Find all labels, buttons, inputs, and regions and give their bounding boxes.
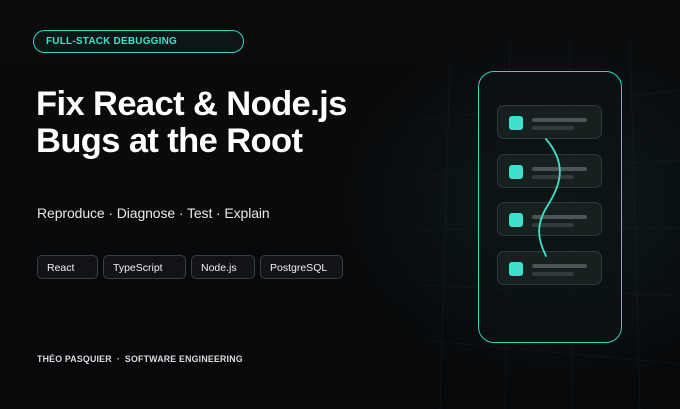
- card-text-line: [532, 175, 574, 179]
- tech-chip-nodejs: Node.js: [191, 255, 255, 279]
- tech-chip-typescript: TypeScript: [103, 255, 186, 279]
- headline-line-2: Bugs at the Root: [36, 122, 303, 160]
- card-text-line: [532, 167, 587, 171]
- card-text-line: [532, 215, 587, 219]
- tech-chip-react: React: [37, 255, 98, 279]
- tagline: Reproduce · Diagnose · Test · Explain: [37, 205, 270, 221]
- card-status-dot: [509, 213, 523, 227]
- banner-canvas: FULL-STACK DEBUGGING Fix React & Node.js…: [0, 0, 680, 409]
- card-status-dot: [509, 262, 523, 276]
- list-card: [497, 251, 602, 285]
- tech-chip-postgresql: PostgreSQL: [260, 255, 343, 279]
- card-text-line: [532, 223, 574, 227]
- tech-chip-label: PostgreSQL: [270, 262, 328, 274]
- tech-chip-label: TypeScript: [113, 262, 163, 274]
- list-card: [497, 154, 602, 188]
- card-text-line: [532, 272, 574, 276]
- headline: Fix React & Node.js Bugs at the Root: [36, 86, 416, 160]
- category-badge: FULL-STACK DEBUGGING: [33, 30, 244, 53]
- author-role: SOFTWARE ENGINEERING: [124, 354, 243, 364]
- card-text-line: [532, 264, 587, 268]
- headline-line-1: Fix React & Node.js: [36, 85, 347, 123]
- list-card: [497, 202, 602, 236]
- list-card: [497, 105, 602, 139]
- card-status-dot: [509, 116, 523, 130]
- card-text-line: [532, 126, 574, 130]
- card-text-line: [532, 118, 587, 122]
- byline-separator: ·: [116, 354, 120, 364]
- card-status-dot: [509, 165, 523, 179]
- tech-chip-label: React: [47, 262, 75, 274]
- author-name: THÉO PASQUIER: [37, 354, 112, 364]
- tech-chip-label: Node.js: [201, 262, 237, 274]
- byline: THÉO PASQUIER · SOFTWARE ENGINEERING: [37, 354, 243, 364]
- category-badge-label: FULL-STACK DEBUGGING: [46, 36, 178, 47]
